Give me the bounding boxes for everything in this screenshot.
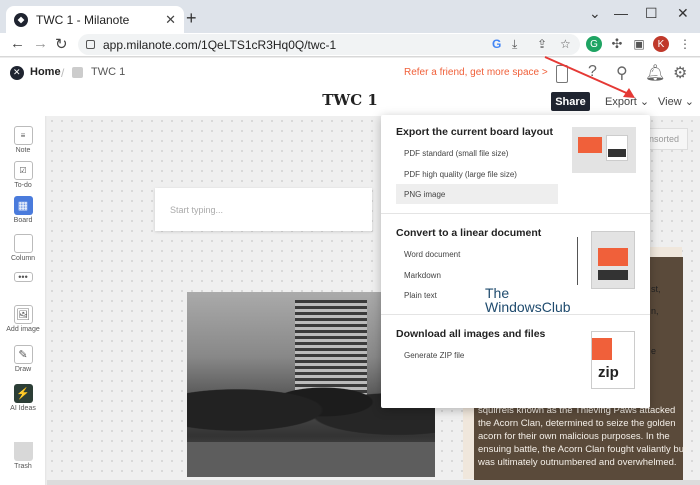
- view-label: View: [658, 96, 682, 108]
- watermark-line2: WindowsClub: [485, 299, 571, 315]
- linear-document-heading: Convert to a linear document: [396, 227, 542, 239]
- tab-title: TWC 1 - Milanote: [36, 12, 130, 27]
- board-color-icon: [72, 67, 83, 78]
- side-panel-icon[interactable]: ▣: [631, 36, 647, 52]
- windowsclub-watermark: The WindowsClub: [485, 286, 571, 314]
- export-layout-heading: Export the current board layout: [396, 126, 553, 138]
- export-word-document[interactable]: Word document: [396, 244, 558, 264]
- tool-sidebar: ≡ Note ☑ To-do ▦ Board Column ••• 🖼︎ Add…: [0, 116, 46, 485]
- export-png-image[interactable]: PNG image: [396, 184, 558, 204]
- story-text: squirrels known as the Thieving Paws att…: [478, 405, 687, 468]
- canvas-scrollbar[interactable]: [47, 480, 700, 485]
- lock-icon: [86, 40, 95, 49]
- generate-zip-file[interactable]: Generate ZIP file: [396, 345, 558, 365]
- install-icon[interactable]: ⤓: [512, 37, 517, 52]
- milanote-favicon-icon: [14, 12, 28, 27]
- note-card[interactable]: Start typing...: [155, 188, 372, 231]
- browser-menu-icon[interactable]: ⋮: [677, 36, 693, 52]
- close-window-button[interactable]: ✕: [677, 5, 689, 22]
- url-text: app.milanote.com/1QeLTS1cR3Hq0Q/twc-1: [103, 37, 337, 52]
- todo-icon: ☑: [13, 161, 33, 180]
- tool-note[interactable]: ≡ Note: [0, 126, 46, 154]
- tool-todo[interactable]: ☑ To-do: [0, 161, 46, 189]
- board-icon: ▦: [13, 196, 33, 215]
- column-icon: [13, 234, 33, 253]
- story-fragment: n,: [651, 306, 659, 316]
- tool-add-image[interactable]: 🖼︎ Add image: [0, 305, 46, 333]
- download-files-heading: Download all images and files: [396, 328, 546, 340]
- maximize-button[interactable]: ☐: [645, 5, 658, 22]
- settings-gear-icon[interactable]: ⚙: [673, 63, 687, 83]
- tab-search-icon[interactable]: ⌄: [589, 5, 601, 22]
- tool-draw[interactable]: ✎ Draw: [0, 345, 46, 373]
- tool-label: Add image: [6, 326, 40, 333]
- tool-label: Trash: [14, 463, 32, 470]
- export-dropdown: Export the current board layout PDF stan…: [381, 115, 650, 408]
- image-icon: 🖼︎: [13, 305, 33, 324]
- more-icon: •••: [13, 272, 33, 282]
- document-preview-icon: [591, 231, 635, 289]
- annotation-arrow-icon: [544, 56, 635, 98]
- tool-label: Draw: [14, 366, 32, 373]
- minimize-button[interactable]: —: [614, 5, 628, 21]
- trash-icon: [13, 442, 33, 461]
- bookmark-star-icon[interactable]: ☆: [560, 37, 571, 51]
- share-page-icon[interactable]: ⇪: [537, 37, 547, 51]
- layout-preview-icon: [572, 127, 636, 173]
- google-icon[interactable]: G: [492, 37, 501, 51]
- breadcrumb-home[interactable]: Home: [30, 66, 61, 78]
- linear-arrow-icon: [577, 237, 587, 285]
- browser-tab-strip: TWC 1 - Milanote ✕ + ⌄ — ☐ ✕: [0, 0, 700, 33]
- address-bar[interactable]: app.milanote.com/1QeLTS1cR3Hq0Q/twc-1: [78, 34, 580, 55]
- breadcrumb-board[interactable]: TWC 1: [91, 66, 125, 78]
- tool-ai-ideas[interactable]: ⚡ AI Ideas: [0, 384, 46, 412]
- ai-icon: ⚡: [13, 384, 33, 403]
- browser-tab[interactable]: TWC 1 - Milanote ✕: [6, 6, 184, 33]
- tool-label: Note: [15, 147, 31, 154]
- tool-label: AI Ideas: [10, 405, 36, 412]
- view-menu-button[interactable]: View ⌄: [658, 95, 694, 108]
- pencil-icon: ✎: [13, 345, 33, 364]
- tool-board[interactable]: ▦ Board: [0, 196, 46, 224]
- notifications-bell-icon[interactable]: 🔔︎: [645, 63, 665, 83]
- grammarly-icon[interactable]: G: [586, 36, 602, 52]
- tool-more[interactable]: •••: [0, 272, 46, 284]
- profile-avatar[interactable]: K: [653, 36, 669, 52]
- tool-label: To-do: [14, 182, 32, 189]
- tool-label: Column: [10, 255, 36, 262]
- story-fragment: st,: [651, 284, 661, 294]
- new-tab-button[interactable]: +: [186, 8, 197, 29]
- forward-icon[interactable]: →: [33, 35, 48, 52]
- note-icon: ≡: [13, 126, 33, 145]
- menu-divider: [381, 213, 650, 214]
- browser-toolbar: ← → ↻ app.milanote.com/1QeLTS1cR3Hq0Q/tw…: [0, 33, 700, 57]
- back-icon[interactable]: ←: [10, 35, 25, 52]
- reload-icon[interactable]: ↻: [55, 35, 68, 53]
- photo-beach: [187, 442, 435, 477]
- export-markdown[interactable]: Markdown: [396, 265, 558, 285]
- story-fragment: e: [651, 346, 657, 356]
- tab-close-icon[interactable]: ✕: [165, 12, 176, 28]
- refer-friend-link[interactable]: Refer a friend, get more space >: [404, 67, 548, 78]
- breadcrumb-separator: /: [61, 66, 65, 80]
- zip-file-icon: zip: [591, 331, 635, 389]
- export-pdf-high-quality[interactable]: PDF high quality (large file size): [396, 164, 558, 184]
- milanote-logo-icon[interactable]: [10, 66, 24, 80]
- tool-trash[interactable]: Trash: [0, 442, 46, 470]
- export-pdf-standard[interactable]: PDF standard (small file size): [396, 143, 558, 163]
- extensions-puzzle-icon[interactable]: ✣: [609, 36, 625, 52]
- tool-column[interactable]: Column: [0, 234, 46, 262]
- zip-label: zip: [598, 364, 619, 381]
- tool-label: Board: [13, 217, 33, 224]
